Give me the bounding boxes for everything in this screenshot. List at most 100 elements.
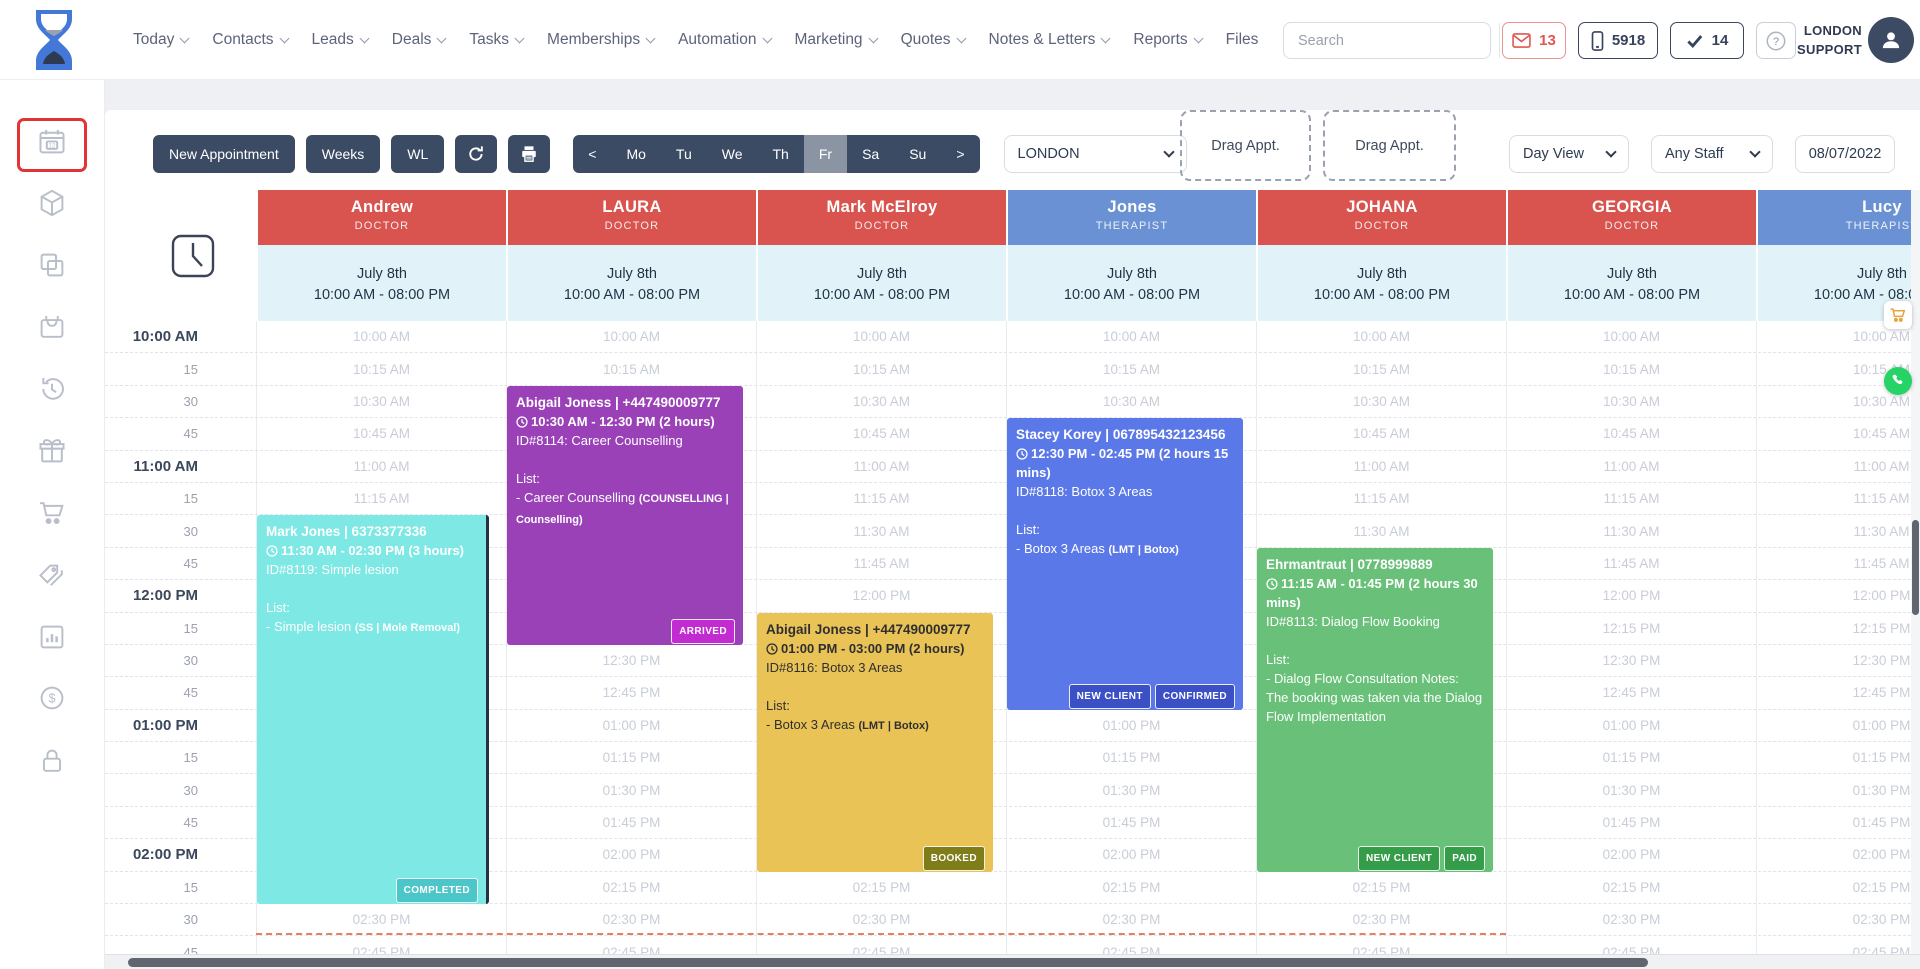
nav-item-automation[interactable]: Automation [678, 31, 772, 49]
time-slot[interactable]: 01:30 PM [1006, 774, 1256, 806]
time-slot[interactable]: 01:00 PM [1006, 709, 1256, 742]
time-slot[interactable]: 02:15 PM [1256, 871, 1506, 904]
time-slot[interactable]: 01:45 PM [1506, 806, 1756, 839]
search-input[interactable] [1284, 23, 1499, 58]
time-slot[interactable]: 10:45 AM [1256, 418, 1506, 450]
time-slot[interactable]: 02:15 PM [1006, 871, 1256, 904]
floating-cart-button[interactable] [1884, 301, 1912, 329]
time-slot[interactable]: 10:00 AM [1506, 321, 1756, 353]
duplicate-squares-icon[interactable] [37, 250, 67, 280]
staff-column-header-jones[interactable]: Jones THERAPIST [1006, 190, 1256, 245]
time-slot[interactable]: 01:15 PM [1006, 742, 1256, 774]
time-slot[interactable]: 12:15 PM [1756, 612, 1920, 644]
time-slot[interactable]: 10:15 AM [506, 353, 756, 385]
day-button-su[interactable]: Su [894, 135, 941, 173]
time-slot[interactable]: 10:45 AM [256, 418, 506, 450]
time-slot[interactable]: 01:45 PM [506, 806, 756, 839]
time-slot[interactable]: 10:30 AM [1506, 385, 1756, 418]
time-slot[interactable]: 11:00 AM [256, 450, 506, 482]
time-slot[interactable]: 10:45 AM [1756, 418, 1920, 450]
prev-day-button[interactable]: < [573, 135, 611, 173]
tasks-button[interactable]: 14 [1670, 22, 1744, 59]
time-slot[interactable]: 01:15 PM [506, 742, 756, 774]
drag-appointment-dropzone-2[interactable]: Drag Appt. [1323, 110, 1456, 181]
time-slot[interactable]: 02:30 PM [756, 904, 1006, 936]
time-slot[interactable]: 12:30 PM [1756, 644, 1920, 677]
time-slot[interactable]: 02:30 PM [1256, 904, 1506, 936]
staff-column-header-johana[interactable]: JOHANA DOCTOR [1256, 190, 1506, 245]
time-slot[interactable]: 11:30 AM [1506, 515, 1756, 547]
time-slot[interactable]: 10:45 AM [756, 418, 1006, 450]
staff-column-header-laura[interactable]: LAURA DOCTOR [506, 190, 756, 245]
time-slot[interactable]: 01:30 PM [1506, 774, 1756, 806]
appointment-card[interactable]: Stacey Korey | 067895432123456 12:30 PM -… [1007, 418, 1243, 710]
nav-item-deals[interactable]: Deals [392, 31, 447, 49]
day-button-tu[interactable]: Tu [661, 135, 707, 173]
time-slot[interactable]: 02:00 PM [1506, 839, 1756, 871]
user-avatar[interactable] [1868, 17, 1914, 63]
nav-item-memberships[interactable]: Memberships [547, 31, 656, 49]
wl-button[interactable]: WL [391, 135, 445, 173]
time-slot[interactable]: 12:00 PM [756, 580, 1006, 612]
time-slot[interactable]: 10:00 AM [1256, 321, 1506, 353]
nav-item-marketing[interactable]: Marketing [795, 31, 879, 49]
time-slot[interactable]: 11:30 AM [1256, 515, 1506, 547]
app-logo-hourglass-icon[interactable] [28, 8, 80, 72]
new-appointment-button[interactable]: New Appointment [153, 135, 295, 173]
time-slot[interactable]: 02:30 PM [256, 904, 506, 936]
time-slot[interactable]: 12:00 PM [1756, 580, 1920, 612]
time-slot[interactable]: 11:15 AM [1256, 482, 1506, 515]
nav-item-reports[interactable]: Reports [1133, 31, 1204, 49]
time-slot[interactable]: 12:00 PM [1506, 580, 1756, 612]
time-slot[interactable]: 02:00 PM [506, 839, 756, 871]
time-slot[interactable]: 02:30 PM [1506, 904, 1756, 936]
time-slot[interactable]: 11:15 AM [1756, 482, 1920, 515]
time-slot[interactable]: 11:15 AM [756, 482, 1006, 515]
orders-box-icon[interactable] [37, 312, 67, 342]
time-slot[interactable]: 12:45 PM [506, 677, 756, 709]
payments-coin-icon[interactable]: $ [37, 683, 67, 713]
time-slot[interactable]: 11:45 AM [1506, 547, 1756, 580]
calls-button[interactable]: 5918 [1578, 22, 1658, 59]
time-slot[interactable]: 10:00 AM [506, 321, 756, 353]
lock-icon[interactable] [37, 746, 67, 776]
time-slot[interactable]: 02:45 PM [506, 936, 756, 955]
time-slot[interactable]: 10:15 AM [756, 353, 1006, 385]
time-slot[interactable]: 12:45 PM [1506, 677, 1756, 709]
day-button-mo[interactable]: Mo [611, 135, 660, 173]
time-slot[interactable]: 10:30 AM [756, 385, 1006, 418]
time-slot[interactable]: 02:30 PM [1756, 904, 1920, 936]
time-slot[interactable]: 01:15 PM [1506, 742, 1756, 774]
drag-appointment-dropzone-1[interactable]: Drag Appt. [1180, 110, 1311, 181]
time-slot[interactable]: 12:30 PM [506, 644, 756, 677]
time-slot[interactable]: 01:15 PM [1756, 742, 1920, 774]
time-slot[interactable]: 02:00 PM [1006, 839, 1256, 871]
appointment-card[interactable]: Abigail Joness | +447490009777 10:30 AM -… [507, 385, 743, 645]
nav-item-notes-letters[interactable]: Notes & Letters [989, 31, 1111, 49]
staff-column-header-georgia[interactable]: GEORGIA DOCTOR [1506, 190, 1756, 245]
time-slot[interactable]: 10:30 AM [1006, 385, 1256, 418]
staff-column-header-lucy[interactable]: Lucy THERAPIST [1756, 190, 1920, 245]
nav-item-today[interactable]: Today [133, 31, 190, 49]
reports-chart-icon[interactable] [37, 622, 67, 652]
tags-icon[interactable] [37, 561, 67, 591]
time-slot[interactable]: 12:45 PM [1756, 677, 1920, 709]
time-slot[interactable]: 11:00 AM [1506, 450, 1756, 482]
cart-icon[interactable] [37, 498, 67, 528]
time-slot[interactable]: 02:45 PM [1506, 936, 1756, 955]
time-slot[interactable]: 01:45 PM [1006, 806, 1256, 839]
gift-icon[interactable] [37, 436, 67, 466]
time-slot[interactable]: 02:45 PM [1006, 936, 1256, 955]
time-slot[interactable]: 11:15 AM [1506, 482, 1756, 515]
date-picker[interactable]: 08/07/2022 [1795, 135, 1895, 173]
floating-whatsapp-button[interactable] [1884, 367, 1912, 395]
refresh-button[interactable] [455, 135, 498, 173]
day-button-fr[interactable]: Fr [803, 135, 848, 173]
time-slot[interactable]: 10:00 AM [1006, 321, 1256, 353]
time-slot[interactable]: 02:45 PM [256, 936, 506, 955]
time-slot[interactable]: 01:30 PM [506, 774, 756, 806]
time-slot[interactable]: 01:00 PM [1756, 709, 1920, 742]
staff-select[interactable]: Any Staff [1651, 135, 1773, 173]
time-slot[interactable]: 12:30 PM [1506, 644, 1756, 677]
messages-button[interactable]: 13 [1502, 22, 1566, 59]
